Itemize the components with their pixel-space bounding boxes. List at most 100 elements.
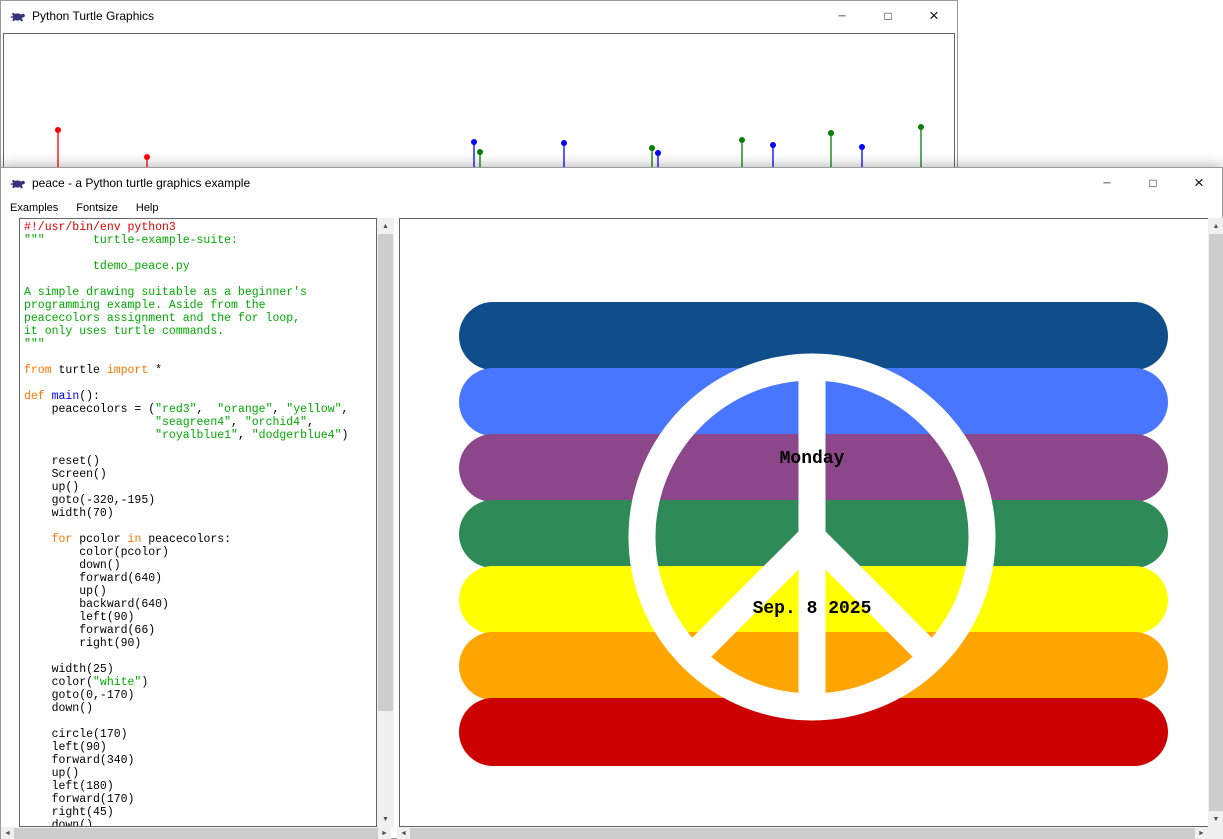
turtle-figure-head	[859, 144, 865, 150]
code-horizontal-scrollbar[interactable]: ◄ ►	[1, 827, 391, 839]
turtle-figure-head	[655, 150, 661, 156]
code-line: color("white")	[24, 676, 376, 689]
scroll-right-icon[interactable]: ►	[1195, 827, 1208, 839]
scroll-up-icon[interactable]: ▲	[1208, 218, 1223, 234]
code-line: up()	[24, 585, 376, 598]
window-title: peace - a Python turtle graphics example	[32, 176, 250, 190]
code-line: """ turtle-example-suite:	[24, 234, 376, 247]
code-line: circle(170)	[24, 728, 376, 741]
code-line: goto(-320,-195)	[24, 494, 376, 507]
code-line	[24, 377, 376, 390]
code-line	[24, 650, 376, 663]
close-button[interactable]: ×	[911, 1, 957, 31]
code-line	[24, 247, 376, 260]
minimize-button[interactable]: ─	[1084, 168, 1130, 198]
code-line: left(90)	[24, 611, 376, 624]
scroll-thumb[interactable]	[378, 234, 393, 711]
code-line: up()	[24, 767, 376, 780]
scrollbar-corner	[1208, 827, 1223, 839]
code-line: down()	[24, 559, 376, 572]
scroll-up-icon[interactable]: ▲	[377, 218, 394, 234]
turtle-figure-head	[477, 149, 483, 155]
code-pane[interactable]: #!/usr/bin/env python3""" turtle-example…	[19, 218, 377, 827]
drawing-canvas: MondaySep. 8 2025	[399, 218, 1210, 827]
code-line: forward(640)	[24, 572, 376, 585]
code-line: width(70)	[24, 507, 376, 520]
code-line: #!/usr/bin/env python3	[24, 221, 376, 234]
window-controls: ─ □ ×	[1084, 168, 1222, 198]
code-line: right(45)	[24, 806, 376, 819]
code-line	[24, 351, 376, 364]
peace-demo-window: peace - a Python turtle graphics example…	[0, 167, 1223, 839]
code-line: A simple drawing suitable as a beginner'…	[24, 286, 376, 299]
code-line: forward(340)	[24, 754, 376, 767]
code-line: from turtle import *	[24, 364, 376, 377]
turtle-figure-head	[471, 139, 477, 145]
turtle-figure-head	[918, 124, 924, 130]
code-line	[24, 715, 376, 728]
menubar: Examples Fontsize Help	[1, 198, 1222, 218]
code-line: programming example. Aside from the	[24, 299, 376, 312]
code-line: Screen()	[24, 468, 376, 481]
code-line: """	[24, 338, 376, 351]
menu-examples[interactable]: Examples	[1, 198, 67, 218]
desktop: Python Turtle Graphics ─ □ ×	[0, 0, 1223, 839]
menu-fontsize[interactable]: Fontsize	[67, 198, 127, 218]
code-line: forward(66)	[24, 624, 376, 637]
code-text: #!/usr/bin/env python3""" turtle-example…	[24, 221, 376, 827]
code-line: left(90)	[24, 741, 376, 754]
window-controls: ─ □ ×	[819, 1, 957, 31]
canvas-horizontal-scrollbar[interactable]: ◄ ►	[397, 827, 1208, 839]
scroll-down-icon[interactable]: ▼	[1208, 811, 1223, 827]
code-line: color(pcolor)	[24, 546, 376, 559]
code-line: "seagreen4", "orchid4",	[24, 416, 376, 429]
code-line: tdemo_peace.py	[24, 260, 376, 273]
turtle-figure-head	[739, 137, 745, 143]
code-line	[24, 520, 376, 533]
code-line: peacecolors = ("red3", "orange", "yellow…	[24, 403, 376, 416]
scroll-right-icon[interactable]: ►	[378, 827, 391, 839]
window-title: Python Turtle Graphics	[32, 9, 154, 23]
code-line	[24, 442, 376, 455]
code-line: "royalblue1", "dodgerblue4")	[24, 429, 376, 442]
turtle-graphics-titlebar[interactable]: Python Turtle Graphics ─ □ ×	[1, 1, 957, 31]
code-line: peacecolors assignment and the for loop,	[24, 312, 376, 325]
code-line: it only uses turtle commands.	[24, 325, 376, 338]
code-line: for pcolor in peacecolors:	[24, 533, 376, 546]
menu-help[interactable]: Help	[127, 198, 168, 218]
maximize-button[interactable]: □	[1130, 168, 1176, 198]
turtle-figure-head	[649, 145, 655, 151]
code-line: reset()	[24, 455, 376, 468]
code-line: backward(640)	[24, 598, 376, 611]
code-line: def main():	[24, 390, 376, 403]
turtle-icon	[10, 8, 26, 24]
turtle-figure-head	[828, 130, 834, 136]
code-line: down()	[24, 819, 376, 827]
code-line: goto(0,-170)	[24, 689, 376, 702]
peace-titlebar[interactable]: peace - a Python turtle graphics example…	[1, 168, 1222, 198]
canvas-vertical-scrollbar[interactable]: ▲ ▼	[1208, 218, 1223, 827]
code-line: forward(170)	[24, 793, 376, 806]
code-vertical-scrollbar[interactable]: ▲ ▼	[377, 218, 394, 827]
code-line	[24, 273, 376, 286]
turtle-icon	[10, 175, 26, 191]
code-line: left(180)	[24, 780, 376, 793]
scroll-left-icon[interactable]: ◄	[1, 827, 14, 839]
turtle-figure-head	[561, 140, 567, 146]
maximize-button[interactable]: □	[865, 1, 911, 31]
code-line: width(25)	[24, 663, 376, 676]
minimize-button[interactable]: ─	[819, 1, 865, 31]
close-button[interactable]: ×	[1176, 168, 1222, 198]
turtle-figure-head	[770, 142, 776, 148]
scroll-thumb[interactable]	[14, 828, 378, 839]
turtle-figure-head	[144, 154, 150, 160]
scroll-down-icon[interactable]: ▼	[377, 811, 394, 827]
code-line: right(90)	[24, 637, 376, 650]
turtle-figure-head	[55, 127, 61, 133]
code-line: up()	[24, 481, 376, 494]
scroll-left-icon[interactable]: ◄	[397, 827, 410, 839]
canvas-label: Sep. 8 2025	[753, 599, 872, 619]
scroll-thumb[interactable]	[1209, 234, 1223, 811]
code-line: down()	[24, 702, 376, 715]
scroll-thumb[interactable]	[410, 828, 1195, 839]
